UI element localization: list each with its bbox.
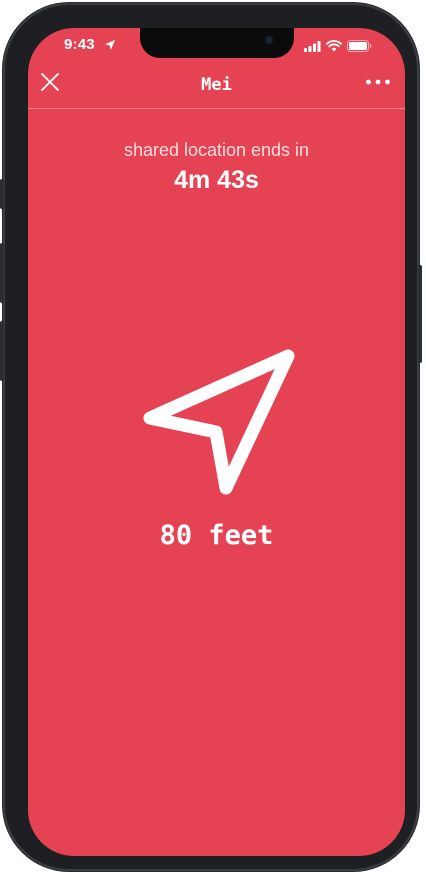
volume-down-button: [0, 321, 4, 381]
share-timer-value: 4m 43s: [174, 166, 259, 194]
signal-icon: [304, 40, 321, 52]
wifi-icon: [326, 40, 342, 52]
more-horizontal-icon: [366, 79, 390, 85]
battery-icon: [347, 40, 372, 52]
more-options-button[interactable]: [365, 73, 391, 91]
mute-switch: [0, 179, 4, 209]
power-button: [418, 265, 422, 363]
nav-bar: Mei: [28, 64, 405, 109]
contact-name-title: Mei: [201, 75, 232, 95]
status-time: 9:43: [64, 36, 95, 53]
share-timer-label: shared location ends in: [123, 140, 310, 160]
distance-readout: 80 feet: [159, 520, 274, 551]
volume-up-button: [0, 243, 4, 303]
location-arrow-icon: [105, 40, 115, 50]
app-screen: 9:43 Mei shared location ends in 4m 43s …: [28, 28, 405, 856]
phone-frame: 9:43 Mei shared location ends in 4m 43s …: [0, 3, 422, 871]
navigation-arrow-icon: [143, 349, 295, 495]
status-icons: [304, 40, 372, 52]
front-camera: [265, 36, 273, 44]
notch: [140, 28, 294, 58]
